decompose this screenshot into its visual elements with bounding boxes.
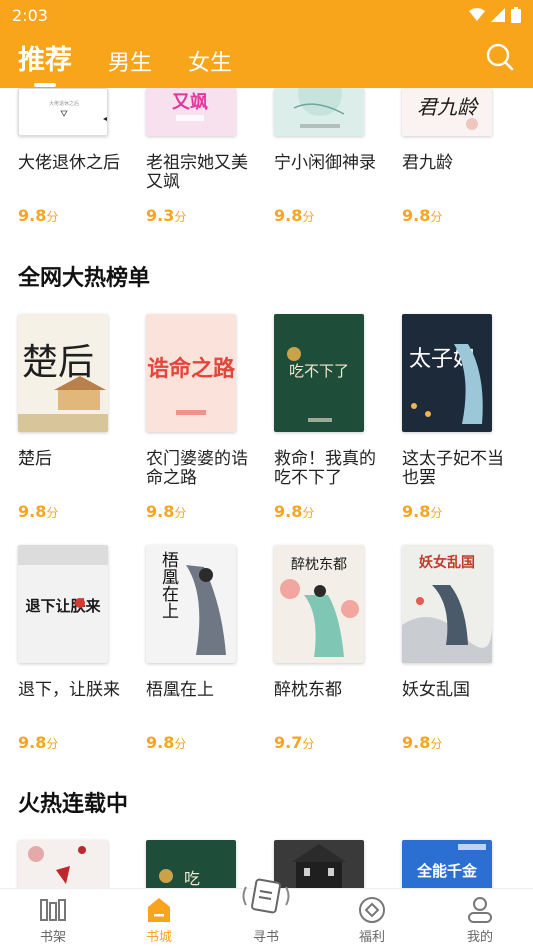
book-title: 醉枕东都 [274,680,342,700]
book-cover[interactable]: 太子妃 [402,314,492,432]
svg-text:大佬退休之后: 大佬退休之后 [49,100,79,107]
book-rating: 9.8分 [146,502,187,521]
book-title: 救命！我真的吃不下了 [274,449,376,488]
book-cover[interactable]: 大佬退休之后 [18,88,108,136]
book-rating: 9.8分 [146,733,187,752]
book-cover[interactable]: 又飒 [146,88,236,136]
search-icon[interactable] [485,42,515,72]
battery-icon [511,7,521,23]
svg-text:醉枕东都: 醉枕东都 [291,557,347,573]
bookshelf-icon [40,899,66,921]
book-title: 这太子妃不当也罢 [402,449,504,488]
svg-text:退下让朕来: 退下让朕来 [25,597,101,615]
book-rating: 9.8分 [402,733,443,752]
book-rating: 9.8分 [274,206,315,225]
book-cover[interactable]: 醉枕东都 [274,545,364,663]
book-rating: 9.8分 [18,206,59,225]
find-book-icon [242,878,290,914]
welfare-icon [359,897,385,923]
nav-label: 书架 [39,930,66,945]
nav-welfare[interactable]: 福利 [332,889,412,948]
nav-bookshelf[interactable]: 书架 [13,889,93,948]
bookstore-feed[interactable]: 大佬退休之后 大佬退休之后 9.8分 又飒 老祖宗她又美又飒 9.3分 宁小闲御… [0,88,533,888]
book-cover[interactable] [274,88,364,136]
book-title: 君九龄 [402,153,453,173]
book-rating: 9.8分 [18,733,59,752]
book-cover[interactable]: 诰命之路 [146,314,236,432]
book-title: 退下，让朕来 [18,680,120,700]
wifi-icon [469,8,485,21]
profile-icon [468,897,492,923]
book-cover[interactable]: 君九龄 [402,88,492,136]
book-cover[interactable]: 梧凰在上 [146,545,236,663]
nav-find-book[interactable]: 寻书 [226,878,306,948]
tab-male[interactable]: 男生 [108,45,152,85]
svg-text:又飒: 又飒 [171,91,208,113]
nav-label: 书城 [145,930,172,945]
book-cover[interactable]: 楚后 [18,314,108,432]
category-tabs: 推荐 男生 女生 [18,38,232,85]
book-cover[interactable]: 吃 [146,840,236,888]
nav-profile[interactable]: 我的 [440,889,520,948]
status-bar: 2:03 [0,0,533,30]
svg-text:诰命之路: 诰命之路 [147,356,236,382]
book-rating: 9.3分 [146,206,187,225]
book-title: 宁小闲御神录 [274,153,376,173]
book-title: 农门婆婆的诰命之路 [146,449,248,488]
status-time: 2:03 [12,5,48,25]
signal-icon [491,8,505,22]
book-title: 老祖宗她又美又飒 [146,153,248,192]
book-rating: 9.7分 [274,733,315,752]
svg-text:吃: 吃 [184,869,200,888]
book-cover[interactable]: 吃不下了 [274,314,364,432]
tab-female[interactable]: 女生 [188,45,232,85]
svg-text:梧凰在上: 梧凰在上 [158,551,179,619]
book-rating: 9.8分 [402,206,443,225]
app-header: 2:03 推荐 男生 女生 [0,0,533,88]
svg-text:妖女乱国: 妖女乱国 [419,554,475,571]
section-title-serial: 火热连载中 [18,792,129,817]
book-cover[interactable]: 全能千金 [402,840,492,888]
book-rating: 9.8分 [402,502,443,521]
svg-text:吃不下了: 吃不下了 [289,362,349,380]
book-title: 大佬退休之后 [18,153,120,173]
tab-recommend[interactable]: 推荐 [18,38,72,85]
nav-label: 寻书 [252,930,279,945]
book-title: 楚后 [18,449,52,469]
nav-label: 福利 [358,930,385,945]
svg-text:君九龄: 君九龄 [417,95,479,119]
book-cover[interactable] [18,840,108,888]
section-title-hot-list: 全网大热榜单 [18,266,151,291]
book-cover[interactable]: 妖女乱国 [402,545,492,663]
book-cover[interactable]: 退下让朕来 [18,545,108,663]
book-title: 妖女乱国 [402,680,470,700]
bottom-nav: 书架 书城 寻书 福利 我的 [0,878,533,948]
book-rating: 9.8分 [18,502,59,521]
nav-bookstore[interactable]: 书城 [119,889,199,948]
bookstore-icon [148,898,170,922]
book-title: 梧凰在上 [146,680,214,700]
svg-text:全能千金: 全能千金 [416,862,478,880]
book-rating: 9.8分 [274,502,315,521]
svg-text:楚后: 楚后 [22,342,94,383]
nav-label: 我的 [466,930,493,945]
